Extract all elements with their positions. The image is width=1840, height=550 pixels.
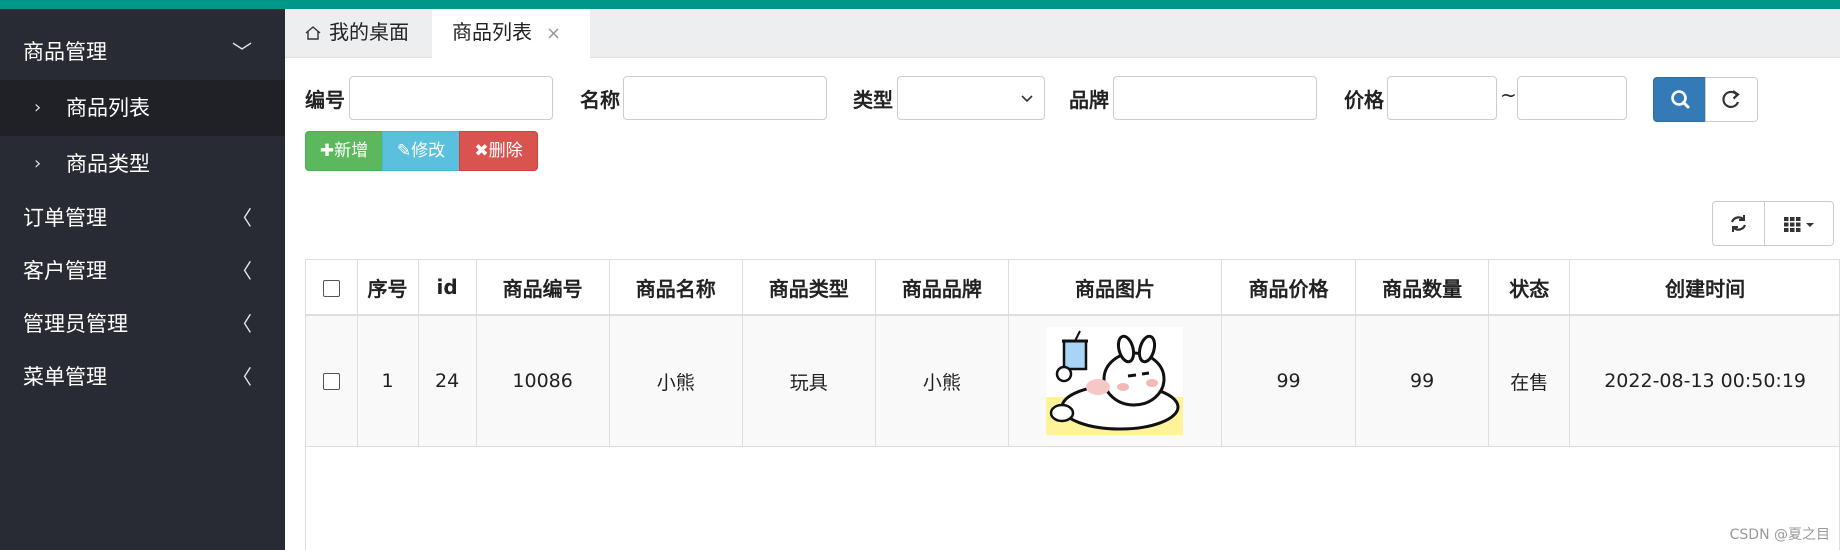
reset-button[interactable] xyxy=(1705,77,1758,122)
sidebar-group-orders[interactable]: 订单管理 〈 xyxy=(0,192,285,245)
column-header[interactable]: 商品数量 xyxy=(1355,260,1490,316)
sidebar-group-label: 菜单管理 xyxy=(23,365,107,389)
row-select-cell xyxy=(306,315,358,447)
price-label: 价格 xyxy=(1344,88,1384,112)
code-label: 编号 xyxy=(305,88,345,112)
name-input[interactable] xyxy=(623,76,827,120)
sidebar-group-label: 订单管理 xyxy=(23,206,107,230)
column-header[interactable]: 序号 xyxy=(357,260,419,316)
created-time-cell: 2022-08-13 00:50:19 xyxy=(1569,315,1839,447)
tab-label: 我的桌面 xyxy=(329,20,409,44)
type-select[interactable] xyxy=(897,76,1045,120)
price-cell: 99 xyxy=(1221,315,1357,447)
column-header[interactable]: 商品品牌 xyxy=(875,260,1009,316)
chevron-left-icon: 〈 xyxy=(232,259,252,283)
sidebar-group-products[interactable]: 商品管理 ﹀ xyxy=(0,24,285,80)
search-icon xyxy=(1671,90,1690,109)
image-cell xyxy=(1008,315,1223,447)
sidebar-group-label: 客户管理 xyxy=(23,259,107,283)
column-header[interactable]: 商品图片 xyxy=(1008,260,1223,316)
top-accent-bar xyxy=(0,0,1840,9)
tab-label: 商品列表 xyxy=(452,20,532,44)
quantity-cell: 99 xyxy=(1355,315,1490,447)
select-all-checkbox[interactable] xyxy=(322,280,340,297)
sidebar-group-label: 管理员管理 xyxy=(23,312,128,336)
edit-button[interactable]: ✎修改 xyxy=(382,131,460,171)
search-button[interactable] xyxy=(1653,77,1706,122)
sidebar-item-product-type[interactable]: › 商品类型 xyxy=(0,136,285,192)
brand-label: 品牌 xyxy=(1069,88,1109,112)
chevron-down-icon: ﹀ xyxy=(232,40,252,64)
watermark: CSDN @夏之目 xyxy=(1729,527,1830,543)
sidebar-group-admins[interactable]: 管理员管理 〈 xyxy=(0,298,285,351)
chevron-right-icon: › xyxy=(34,97,42,118)
type-cell: 玩具 xyxy=(742,315,876,447)
id-cell: 24 xyxy=(418,315,477,447)
column-header[interactable]: 商品编号 xyxy=(476,260,610,316)
brand-input[interactable] xyxy=(1113,76,1317,120)
sidebar-group-menus[interactable]: 菜单管理 〈 xyxy=(0,351,285,404)
delete-button[interactable]: ✖删除 xyxy=(459,131,538,171)
name-cell: 小熊 xyxy=(609,315,743,447)
tab-product-list[interactable]: 商品列表 × xyxy=(432,9,590,58)
column-header[interactable]: id xyxy=(418,260,477,316)
column-header[interactable]: 商品类型 xyxy=(742,260,876,316)
home-icon xyxy=(305,26,321,40)
type-label: 类型 xyxy=(853,88,893,112)
chevron-left-icon: 〈 xyxy=(232,312,252,336)
table-row[interactable]: 1 24 10086 小熊 玩具 小熊 99 99 在售 2022-08-13 … xyxy=(306,315,1839,447)
chevron-right-icon: › xyxy=(34,153,42,174)
brand-cell: 小熊 xyxy=(875,315,1009,447)
chevron-left-icon: 〈 xyxy=(232,206,252,230)
sidebar-group-customers[interactable]: 客户管理 〈 xyxy=(0,245,285,298)
sidebar-group-label: 商品管理 xyxy=(23,40,107,64)
chevron-down-icon xyxy=(1021,95,1033,103)
close-icon[interactable]: × xyxy=(546,23,561,44)
sidebar: 商品管理 ﹀ › 商品列表 › 商品类型 订单管理 〈 客户管理 〈 管理员管理… xyxy=(0,9,285,550)
product-image xyxy=(1046,327,1184,435)
column-header[interactable]: 商品价格 xyxy=(1221,260,1357,316)
table-refresh-button[interactable] xyxy=(1712,201,1765,246)
sidebar-item-product-list[interactable]: › 商品列表 xyxy=(0,80,285,136)
sidebar-item-label: 商品类型 xyxy=(66,152,150,176)
tab-bar: 我的桌面 商品列表 × xyxy=(285,9,1840,58)
code-input[interactable] xyxy=(349,76,553,120)
refresh-icon xyxy=(1730,215,1747,232)
chevron-left-icon: 〈 xyxy=(232,365,252,389)
select-all-cell xyxy=(306,260,358,316)
column-header[interactable]: 状态 xyxy=(1488,260,1571,316)
name-label: 名称 xyxy=(580,88,620,112)
refresh-icon xyxy=(1722,90,1740,109)
column-toggle-button[interactable] xyxy=(1764,201,1834,246)
price-min-input[interactable] xyxy=(1387,76,1497,120)
index-cell: 1 xyxy=(357,315,419,447)
column-header[interactable]: 商品名称 xyxy=(609,260,743,316)
grid-icon xyxy=(1784,217,1814,232)
sidebar-item-label: 商品列表 xyxy=(66,96,150,120)
row-checkbox[interactable] xyxy=(322,373,340,390)
column-header[interactable]: 创建时间 xyxy=(1569,260,1839,316)
tab-my-desktop[interactable]: 我的桌面 xyxy=(305,9,409,57)
add-button[interactable]: ✚新增 xyxy=(305,131,383,171)
code-cell: 10086 xyxy=(476,315,610,447)
range-separator: ~ xyxy=(1500,83,1517,107)
price-max-input[interactable] xyxy=(1517,76,1627,120)
status-cell: 在售 xyxy=(1488,315,1571,447)
table-header-row: 序号 id 商品编号 商品名称 商品类型 商品品牌 商品图片 商品价格 商品数量… xyxy=(306,260,1839,316)
product-table: 序号 id 商品编号 商品名称 商品类型 商品品牌 商品图片 商品价格 商品数量… xyxy=(305,259,1840,550)
